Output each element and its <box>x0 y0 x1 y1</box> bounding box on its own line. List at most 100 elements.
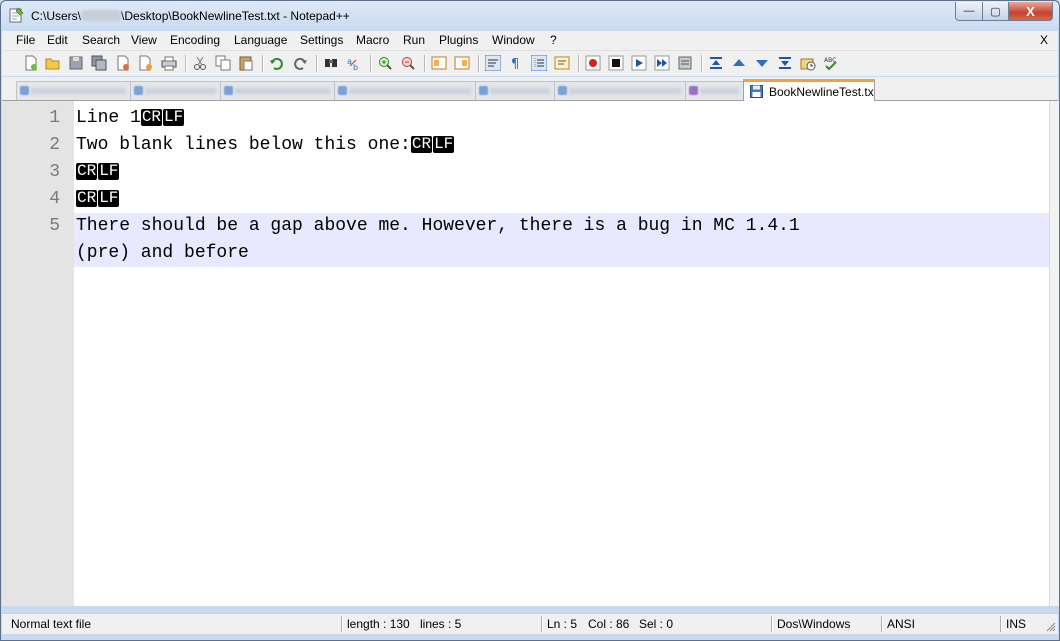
saved-file-icon <box>750 85 763 98</box>
unfold-all-icon[interactable] <box>777 55 793 71</box>
line-number: 4 <box>49 189 60 209</box>
zoom-in-icon[interactable] <box>377 55 393 71</box>
save-all-icon[interactable] <box>91 55 107 71</box>
save-icon[interactable] <box>68 55 84 71</box>
record-macro-icon[interactable] <box>585 55 601 71</box>
redacted-tab-label <box>700 88 739 94</box>
cr-marker: CR <box>76 189 98 207</box>
clipboard-history-icon[interactable] <box>800 55 816 71</box>
word-wrap-icon[interactable] <box>485 55 501 71</box>
menu-file[interactable]: File <box>16 33 35 47</box>
menu-language[interactable]: Language <box>234 33 287 47</box>
sync-vertical-icon[interactable] <box>431 55 447 71</box>
spell-check-icon[interactable]: ABC <box>823 55 839 71</box>
tab-blurred-1[interactable] <box>16 81 131 100</box>
status-separator <box>881 616 883 632</box>
lf-marker: LF <box>98 162 120 180</box>
status-length: length : 130 <box>347 617 410 631</box>
toolbar-separator <box>316 55 318 72</box>
tab-booknewlinetest[interactable]: BookNewlineTest.txt <box>743 79 875 103</box>
save-macro-icon[interactable] <box>677 55 693 71</box>
menu-bar: File Edit Search View Encoding Language … <box>2 31 1058 51</box>
previous-icon[interactable] <box>731 55 747 71</box>
close-button[interactable]: X <box>1009 2 1053 21</box>
toolbar-separator <box>262 55 264 72</box>
menu-view[interactable]: View <box>131 33 157 47</box>
toolbar-separator <box>424 55 426 72</box>
run-macro-multiple-icon[interactable] <box>654 55 670 71</box>
minimize-icon: — <box>963 5 975 17</box>
menu-help[interactable]: ? <box>550 33 557 47</box>
menu-encoding[interactable]: Encoding <box>170 33 220 47</box>
undo-icon[interactable] <box>269 55 285 71</box>
indent-guide-icon[interactable] <box>531 55 547 71</box>
open-file-icon[interactable] <box>45 55 61 71</box>
cr-marker: CR <box>140 108 163 126</box>
status-insert-mode: INS <box>1006 617 1027 631</box>
menu-search[interactable]: Search <box>82 33 120 47</box>
fold-all-icon[interactable] <box>708 55 724 71</box>
print-icon[interactable] <box>161 55 177 71</box>
file-icon <box>224 86 233 95</box>
cut-icon[interactable] <box>192 55 208 71</box>
redo-icon[interactable] <box>292 55 308 71</box>
close-icon: X <box>1026 3 1035 19</box>
menu-run[interactable]: Run <box>403 33 425 47</box>
sync-horizontal-icon[interactable] <box>454 55 470 71</box>
new-file-icon[interactable] <box>23 55 39 71</box>
toolbar-separator <box>185 55 187 72</box>
tab-blurred-6[interactable] <box>554 81 686 100</box>
text-line-4: CR LF <box>76 186 120 213</box>
status-line-number: Ln : 5 <box>547 617 578 631</box>
show-all-characters-icon[interactable]: ¶ <box>508 55 524 71</box>
notepadpp-window: C:\Users\ \Desktop\BookNewlineTest.txt - … <box>0 0 1060 641</box>
replace-icon[interactable]: ab <box>346 55 362 71</box>
menu-edit[interactable]: Edit <box>47 33 68 47</box>
tab-blurred-4[interactable] <box>334 81 476 100</box>
copy-icon[interactable] <box>215 55 231 71</box>
menu-plugins[interactable]: Plugins <box>439 33 478 47</box>
notepad-app-icon <box>9 7 24 23</box>
tab-blurred-3[interactable] <box>220 81 335 100</box>
editor-area[interactable]: 1 2 3 4 5 Line 1CR LF Two blank lines bel… <box>2 101 1049 606</box>
toolbar: ab ¶ ABC <box>2 51 1058 76</box>
maximize-button[interactable]: ▢ <box>983 2 1009 21</box>
text-line-2: Two blank lines below this one:CR LF <box>76 132 455 159</box>
menu-settings[interactable]: Settings <box>300 33 343 47</box>
paste-icon[interactable] <box>238 55 254 71</box>
next-icon[interactable] <box>754 55 770 71</box>
line-text: (pre) and before <box>76 243 249 263</box>
window-controls: — ▢ X <box>955 2 1053 21</box>
lf-marker: LF <box>433 135 455 153</box>
play-macro-icon[interactable] <box>631 55 647 71</box>
lf-marker: LF <box>98 189 120 207</box>
text-content[interactable]: Line 1CR LF Two blank lines below this on… <box>74 101 1049 606</box>
language-icon[interactable] <box>554 55 570 71</box>
find-icon[interactable] <box>323 55 339 71</box>
menu-window[interactable]: Window <box>492 33 535 47</box>
status-separator <box>771 616 773 632</box>
resize-grip-icon[interactable] <box>1046 622 1056 632</box>
title-prefix: C:\Users\ <box>31 9 82 23</box>
redacted-tab-label <box>235 88 330 94</box>
tab-blurred-7[interactable] <box>685 81 744 100</box>
tab-blurred-5[interactable] <box>475 81 555 100</box>
minimize-button[interactable]: — <box>955 2 983 21</box>
zoom-out-icon[interactable] <box>400 55 416 71</box>
menu-macro[interactable]: Macro <box>356 33 389 47</box>
status-lines: lines : 5 <box>420 617 462 631</box>
line-text: Two blank lines below this one: <box>76 135 411 155</box>
tab-blurred-2[interactable] <box>130 81 221 100</box>
status-selection: Sel : 0 <box>639 617 674 631</box>
stop-macro-icon[interactable] <box>608 55 624 71</box>
close-file-icon[interactable] <box>115 55 131 71</box>
title-suffix: \Desktop\BookNewlineTest.txt - Notepad++ <box>121 9 350 23</box>
title-bar[interactable]: C:\Users\ \Desktop\BookNewlineTest.txt - … <box>1 1 1059 31</box>
close-document-button[interactable]: X <box>1040 33 1048 47</box>
file-icon <box>689 86 698 95</box>
toolbar-separator <box>370 55 372 72</box>
vertical-scrollbar[interactable] <box>1049 101 1059 606</box>
toolbar-separator <box>478 55 480 72</box>
cr-marker: CR <box>410 135 433 153</box>
close-all-icon[interactable] <box>138 55 154 71</box>
